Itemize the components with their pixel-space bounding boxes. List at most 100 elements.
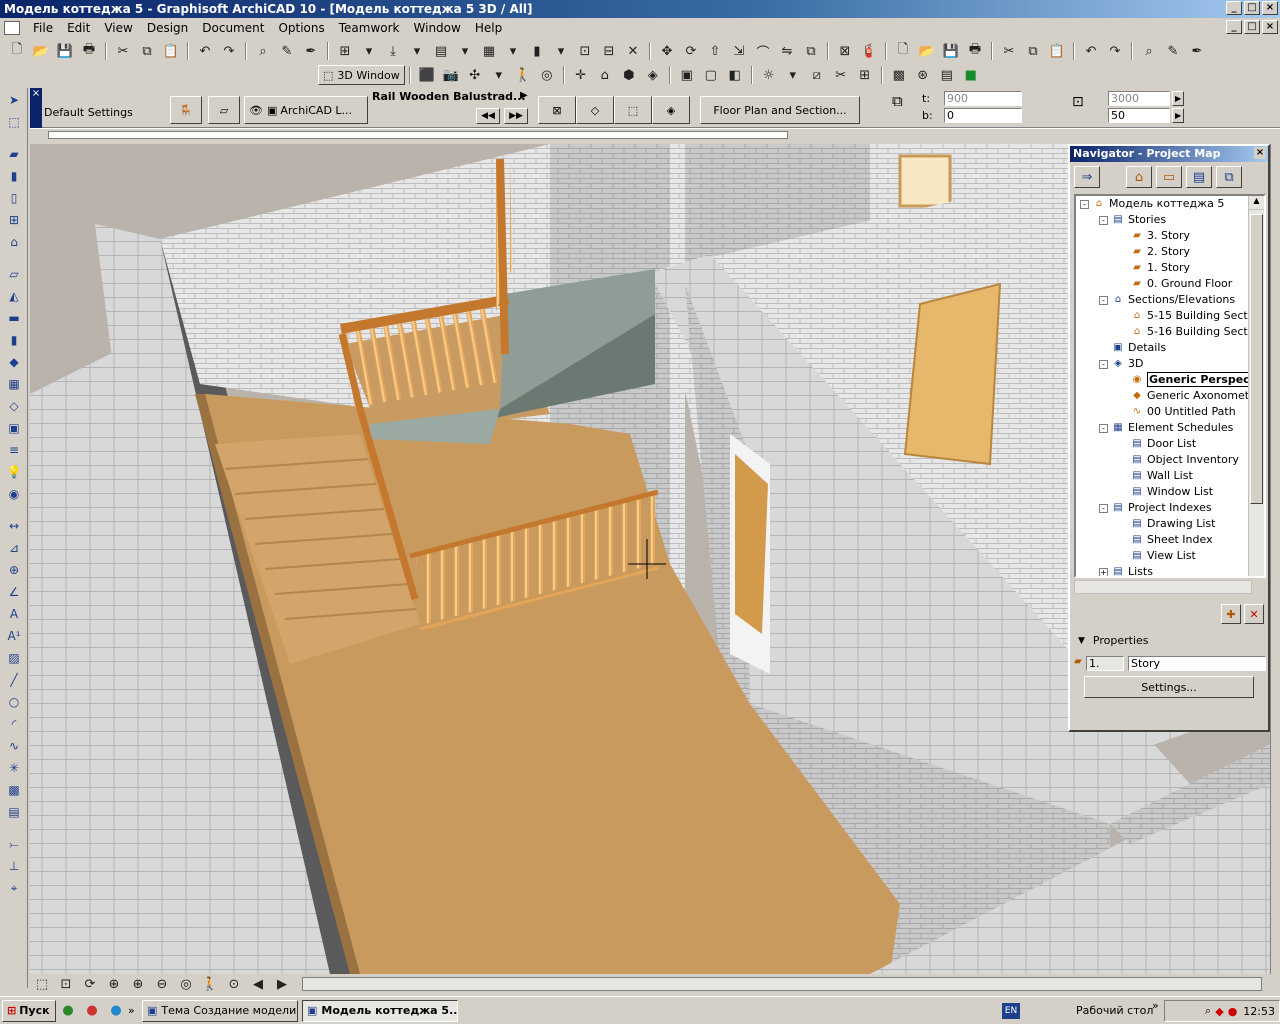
chevron-icon-2[interactable]: » xyxy=(1152,999,1159,1012)
object-menu-arrow-icon[interactable]: ▶ xyxy=(520,90,528,101)
zoom-out-icon[interactable]: ⊖ xyxy=(151,974,173,994)
save-icon-2[interactable]: 💾 xyxy=(940,41,962,61)
floor-plan-section-button[interactable]: Floor Plan and Section... xyxy=(700,96,860,124)
menu-options[interactable]: Options xyxy=(271,18,331,38)
redo-icon-2[interactable]: ↷ xyxy=(1104,41,1126,61)
zoom-fit-icon[interactable]: ⊕ xyxy=(103,974,125,994)
paste-icon-2[interactable]: 📋 xyxy=(1046,41,1068,61)
previous-zoom-icon[interactable]: ◀ xyxy=(247,974,269,994)
skylight-tool-icon[interactable]: ◇ xyxy=(3,396,25,416)
tree-item[interactable]: ⌂ 5-15 Building Section xyxy=(1076,308,1264,324)
opera-icon[interactable]: ● xyxy=(1228,1005,1238,1018)
label-tool-icon[interactable]: A¹ xyxy=(3,626,25,646)
tree-item[interactable]: ◉ Generic Perspective xyxy=(1076,372,1264,388)
floor-plan-view-button[interactable]: ▱ xyxy=(208,96,240,124)
tree-item[interactable]: ▰ 2. Story xyxy=(1076,244,1264,260)
column-tool-icon[interactable]: ▮ xyxy=(3,166,25,186)
circle-tool-icon[interactable]: ○ xyxy=(3,692,25,712)
dropdown-arrow-icon[interactable]: ▾ xyxy=(550,41,572,61)
print-icon-2[interactable]: 🖶 xyxy=(964,41,986,61)
rotate-view-icon[interactable]: ⟳ xyxy=(79,974,101,994)
explode-icon[interactable]: ⊠ xyxy=(834,41,856,61)
doc-restore-button[interactable]: □ xyxy=(1244,20,1260,34)
settings-button[interactable]: Settings... xyxy=(1084,676,1254,698)
slab-tool-icon[interactable]: ▱ xyxy=(3,264,25,284)
copy-icon-2[interactable]: ⧉ xyxy=(1022,41,1044,61)
taskbar-task-archicad[interactable]: ▣ Модель коттеджа 5... xyxy=(302,999,458,1022)
tree-item[interactable]: - ▤ Project Indexes xyxy=(1076,500,1264,516)
tree-item[interactable]: ▤ Drawing List xyxy=(1076,516,1264,532)
sun-icon[interactable]: ☼ xyxy=(758,65,780,85)
hotspot-tool-icon[interactable]: ✳ xyxy=(3,758,25,778)
geometry-method-1-button[interactable]: ⊠ xyxy=(538,96,576,124)
tree-hscroll[interactable] xyxy=(1074,580,1252,594)
tree-item[interactable]: ▤ Window List xyxy=(1076,484,1264,500)
desktop-toolbar-label[interactable]: Рабочий стол xyxy=(1076,1004,1153,1017)
menu-view[interactable]: View xyxy=(97,18,139,38)
tree-vscroll[interactable]: ▲ xyxy=(1248,196,1264,576)
orbit-icon[interactable]: ✣ xyxy=(464,65,486,85)
walk-view-icon[interactable]: 🚶 xyxy=(199,974,221,994)
tree-item[interactable]: ▤ Door List xyxy=(1076,436,1264,452)
3d-render-icon[interactable]: ◈ xyxy=(642,65,664,85)
tree-item[interactable]: ▣ Details xyxy=(1076,340,1264,356)
multiply-icon[interactable]: ⧉ xyxy=(800,41,822,61)
maximize-button[interactable]: □ xyxy=(1244,1,1260,15)
3d-cutting-planes-icon[interactable]: ⊞ xyxy=(854,65,876,85)
lamp-tool-icon[interactable]: 💡 xyxy=(3,462,25,482)
b-field[interactable]: 0 xyxy=(944,108,1022,123)
drag-icon[interactable]: ✥ xyxy=(656,41,678,61)
magnifier-icon[interactable]: ⊡ xyxy=(55,974,77,994)
door-tool-icon[interactable]: ▯ xyxy=(3,188,25,208)
undo-icon-2[interactable]: ↶ xyxy=(1080,41,1102,61)
prop-id-field[interactable]: 1. xyxy=(1086,656,1124,671)
print-icon[interactable]: 🖶 xyxy=(78,41,100,61)
mirror-icon[interactable]: ⇋ xyxy=(776,41,798,61)
tree-item[interactable]: ▤ Sheet Index xyxy=(1076,532,1264,548)
redo-icon[interactable]: ↷ xyxy=(218,41,240,61)
previous-object-button[interactable]: ◀◀ xyxy=(476,108,500,124)
library-part-button[interactable]: 👁 ▣ ArchiCAD L... xyxy=(244,96,368,124)
menu-edit[interactable]: Edit xyxy=(60,18,97,38)
geometry-method-3-button[interactable]: ⬚ xyxy=(614,96,652,124)
tree-item[interactable]: ∿ 00 Untitled Path xyxy=(1076,404,1264,420)
project-map-tab[interactable]: ⌂ xyxy=(1126,166,1152,188)
tree-item[interactable]: ▤ View List xyxy=(1076,548,1264,564)
quicklaunch-icon-3[interactable]: ● xyxy=(105,1001,127,1021)
doc-minimize-button[interactable]: _ xyxy=(1226,20,1242,34)
find-select-icon[interactable]: ⌕ xyxy=(252,41,274,61)
stair-tool-icon[interactable]: ≡ xyxy=(3,440,25,460)
properties-header[interactable]: ▼ Properties xyxy=(1078,634,1149,647)
column-alt-tool-icon[interactable]: ▮ xyxy=(3,330,25,350)
expand-node-icon[interactable]: + xyxy=(1099,567,1108,576)
new-file-icon-2[interactable]: 🗋 xyxy=(892,41,914,61)
viewport-vscroll[interactable] xyxy=(1270,144,1280,974)
compass-icon[interactable]: ✛ xyxy=(570,65,592,85)
arc-tool-icon[interactable]: ◜ xyxy=(3,714,25,734)
new-file-icon[interactable]: 🗋 xyxy=(6,41,28,61)
box-icon[interactable]: ⬛ xyxy=(416,65,438,85)
view-map-tab[interactable]: ▭ xyxy=(1156,166,1182,188)
radial-dimension-tool-icon[interactable]: ⊕ xyxy=(3,560,25,580)
quicklaunch-icon-2[interactable]: ● xyxy=(81,1001,103,1021)
cut-icon[interactable]: ✂ xyxy=(112,41,134,61)
figure-tool-icon[interactable]: ▩ xyxy=(3,780,25,800)
tree-item[interactable]: ▰ 0. Ground Floor xyxy=(1076,276,1264,292)
tree-item[interactable]: ▰ 1. Story xyxy=(1076,260,1264,276)
collapse-node-icon[interactable]: - xyxy=(1099,359,1108,369)
fillet-icon[interactable]: ⌒ xyxy=(752,41,774,61)
eyedropper-icon[interactable]: ✎ xyxy=(276,41,298,61)
arrow-tool-icon[interactable]: ➤ xyxy=(3,90,25,110)
marquee-tool-icon[interactable]: ⬚ xyxy=(3,112,25,132)
tree-item[interactable]: ▤ Wall List xyxy=(1076,468,1264,484)
delete-icon[interactable]: ✕ xyxy=(1244,604,1264,624)
save-icon[interactable]: 💾 xyxy=(54,41,76,61)
tree-item[interactable]: ⌂ 5-16 Building Section xyxy=(1076,324,1264,340)
t-field[interactable]: 900 xyxy=(944,91,1022,106)
tree-item[interactable]: - ⌂ Модель коттеджа 5 xyxy=(1076,196,1264,212)
height-arrow-icon[interactable]: ▶ xyxy=(1172,91,1184,106)
camera-icon[interactable]: 📷 xyxy=(440,65,462,85)
dropdown-arrow-icon[interactable]: ▾ xyxy=(488,65,510,85)
infobox-close-icon[interactable]: × xyxy=(30,88,42,128)
quicklaunch-icon-1[interactable]: ● xyxy=(57,1001,79,1021)
